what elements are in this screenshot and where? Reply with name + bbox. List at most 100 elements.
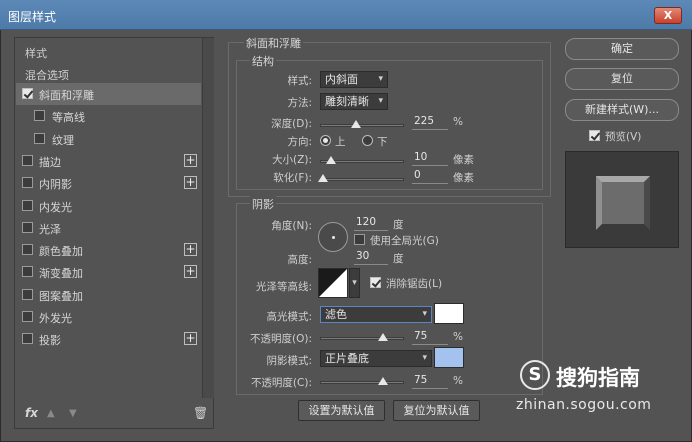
style-preview (565, 151, 679, 248)
style-item-4[interactable]: 内阴影 + (16, 172, 201, 194)
add-effect-icon[interactable]: + (184, 265, 197, 279)
move-up-icon[interactable]: ▲ (47, 408, 55, 419)
soften-slider-track[interactable] (320, 178, 404, 181)
style-item-checkbox[interactable] (34, 110, 45, 122)
global-light-checkbox[interactable] (354, 234, 365, 245)
style-item-checkbox[interactable] (34, 132, 45, 144)
style-item-1[interactable]: 等高线 (16, 105, 201, 127)
highlight-color-swatch[interactable] (434, 303, 464, 324)
angle-label: 角度(N): (271, 220, 312, 232)
new-style-button[interactable]: 新建样式(W)... (565, 99, 679, 121)
global-light-label: 使用全局光(G) (370, 235, 439, 247)
angle-unit: 度 (393, 219, 404, 231)
style-item-3[interactable]: 描边 + (16, 150, 201, 172)
soften-unit: 像素 (453, 172, 474, 184)
ok-button[interactable]: 确定 (565, 38, 679, 60)
angle-input[interactable]: 120 (354, 216, 388, 231)
reset-default-button[interactable]: 复位为默认值 (393, 400, 480, 421)
method-dropdown[interactable]: 雕刻清晰 ▾ (320, 93, 388, 110)
watermark-name: 搜狗指南 (556, 366, 640, 390)
contour-dropdown-chevron-icon[interactable]: ▾ (349, 268, 360, 298)
size-unit: 像素 (453, 154, 474, 166)
depth-label: 深度(D): (271, 118, 312, 130)
style-item-checkbox[interactable] (22, 244, 33, 256)
style-item-label: 斜面和浮雕 (39, 89, 94, 102)
depth-slider-thumb[interactable] (351, 120, 361, 128)
soften-input[interactable]: 0 (412, 169, 448, 184)
highlight-mode-dropdown[interactable]: 滤色 ▾ (320, 306, 432, 323)
fx-icon[interactable]: fx (25, 406, 38, 420)
shadow-opacity-slider-thumb[interactable] (378, 377, 388, 385)
style-item-2[interactable]: 纹理 (16, 128, 201, 150)
preview-label: 预览(V) (605, 131, 642, 143)
add-effect-icon[interactable]: + (184, 153, 197, 167)
style-item-9[interactable]: 图案叠加 (16, 284, 201, 306)
add-effect-icon[interactable]: + (184, 332, 197, 346)
size-input[interactable]: 10 (412, 151, 448, 166)
soften-slider-thumb[interactable] (318, 174, 328, 182)
style-item-label: 纹理 (52, 133, 74, 147)
anti-alias-checkbox[interactable] (370, 277, 381, 288)
style-item-checkbox[interactable] (22, 221, 33, 233)
window-title: 图层样式 (8, 10, 57, 24)
styles-list-panel: 样式 混合选项 斜面和浮雕 等高线 纹理 描边 + 内阴影 + 内发光 光泽 颜色叠加 + 渐变叠加 +… (14, 37, 214, 429)
style-label: 样式: (287, 75, 312, 87)
style-item-checkbox[interactable] (22, 266, 33, 278)
blending-options-item[interactable]: 混合选项 (25, 67, 69, 83)
style-item-label: 图案叠加 (39, 289, 83, 303)
style-item-checkbox[interactable] (22, 199, 33, 211)
shadow-mode-dropdown[interactable]: 正片叠底 ▾ (320, 350, 432, 367)
style-item-7[interactable]: 颜色叠加 + (16, 239, 201, 261)
shading-title: 阴影 (250, 196, 276, 212)
style-item-10[interactable]: 外发光 (16, 306, 201, 328)
depth-input[interactable]: 225 (412, 115, 448, 130)
style-item-label: 颜色叠加 (39, 245, 83, 259)
shadow-opacity-input[interactable]: 75 (412, 374, 448, 389)
highlight-opacity-label: 不透明度(O): (250, 333, 312, 345)
highlight-opacity-input[interactable]: 75 (412, 330, 448, 345)
direction-down-radio[interactable] (362, 135, 373, 146)
style-value: 内斜面 (325, 73, 358, 86)
style-item-label: 内发光 (39, 200, 72, 214)
anti-alias-label: 消除锯齿(L) (386, 278, 443, 290)
styles-scrollbar[interactable] (202, 38, 214, 398)
style-item-11[interactable]: 投影 + (16, 328, 201, 350)
style-item-checkbox[interactable] (22, 177, 33, 189)
style-item-checkbox[interactable] (22, 154, 33, 166)
method-label: 方法: (287, 97, 312, 109)
highlight-opacity-unit: % (453, 331, 463, 343)
shadow-mode-value: 正片叠底 (325, 352, 369, 365)
angle-dial[interactable] (318, 222, 348, 252)
style-item-label: 投影 (39, 334, 61, 348)
gloss-contour-picker[interactable] (318, 268, 348, 298)
style-item-0[interactable]: 斜面和浮雕 (16, 83, 201, 105)
add-effect-icon[interactable]: + (184, 243, 197, 257)
style-item-8[interactable]: 渐变叠加 + (16, 261, 201, 283)
style-item-6[interactable]: 光泽 (16, 217, 201, 239)
add-effect-icon[interactable]: + (184, 176, 197, 190)
trash-icon[interactable]: 🗑 (193, 406, 208, 420)
move-down-icon[interactable]: ▼ (69, 408, 77, 419)
style-item-checkbox[interactable] (22, 88, 33, 99)
style-item-5[interactable]: 内发光 (16, 195, 201, 217)
size-slider-thumb[interactable] (326, 156, 336, 164)
shadow-color-swatch[interactable] (434, 347, 464, 368)
shadow-opacity-slider-track[interactable] (320, 381, 404, 384)
style-item-checkbox[interactable] (22, 311, 33, 322)
depth-slider-track[interactable] (320, 124, 404, 127)
highlight-opacity-slider-track[interactable] (320, 337, 404, 340)
direction-up-radio[interactable] (320, 135, 331, 146)
altitude-input[interactable]: 30 (354, 250, 388, 265)
preview-checkbox[interactable] (589, 130, 600, 141)
style-item-checkbox[interactable] (22, 288, 33, 300)
style-item-label: 内阴影 (39, 178, 72, 192)
close-button[interactable]: X (654, 7, 682, 24)
make-default-button[interactable]: 设置为默认值 (298, 400, 385, 421)
reset-button[interactable]: 复位 (565, 68, 679, 90)
style-item-checkbox[interactable] (22, 333, 33, 345)
style-dropdown[interactable]: 内斜面 ▾ (320, 71, 388, 88)
styles-header[interactable]: 样式 (25, 45, 47, 61)
shadow-mode-label: 阴影模式: (266, 355, 312, 367)
style-item-label: 光泽 (39, 222, 61, 236)
highlight-opacity-slider-thumb[interactable] (378, 333, 388, 341)
